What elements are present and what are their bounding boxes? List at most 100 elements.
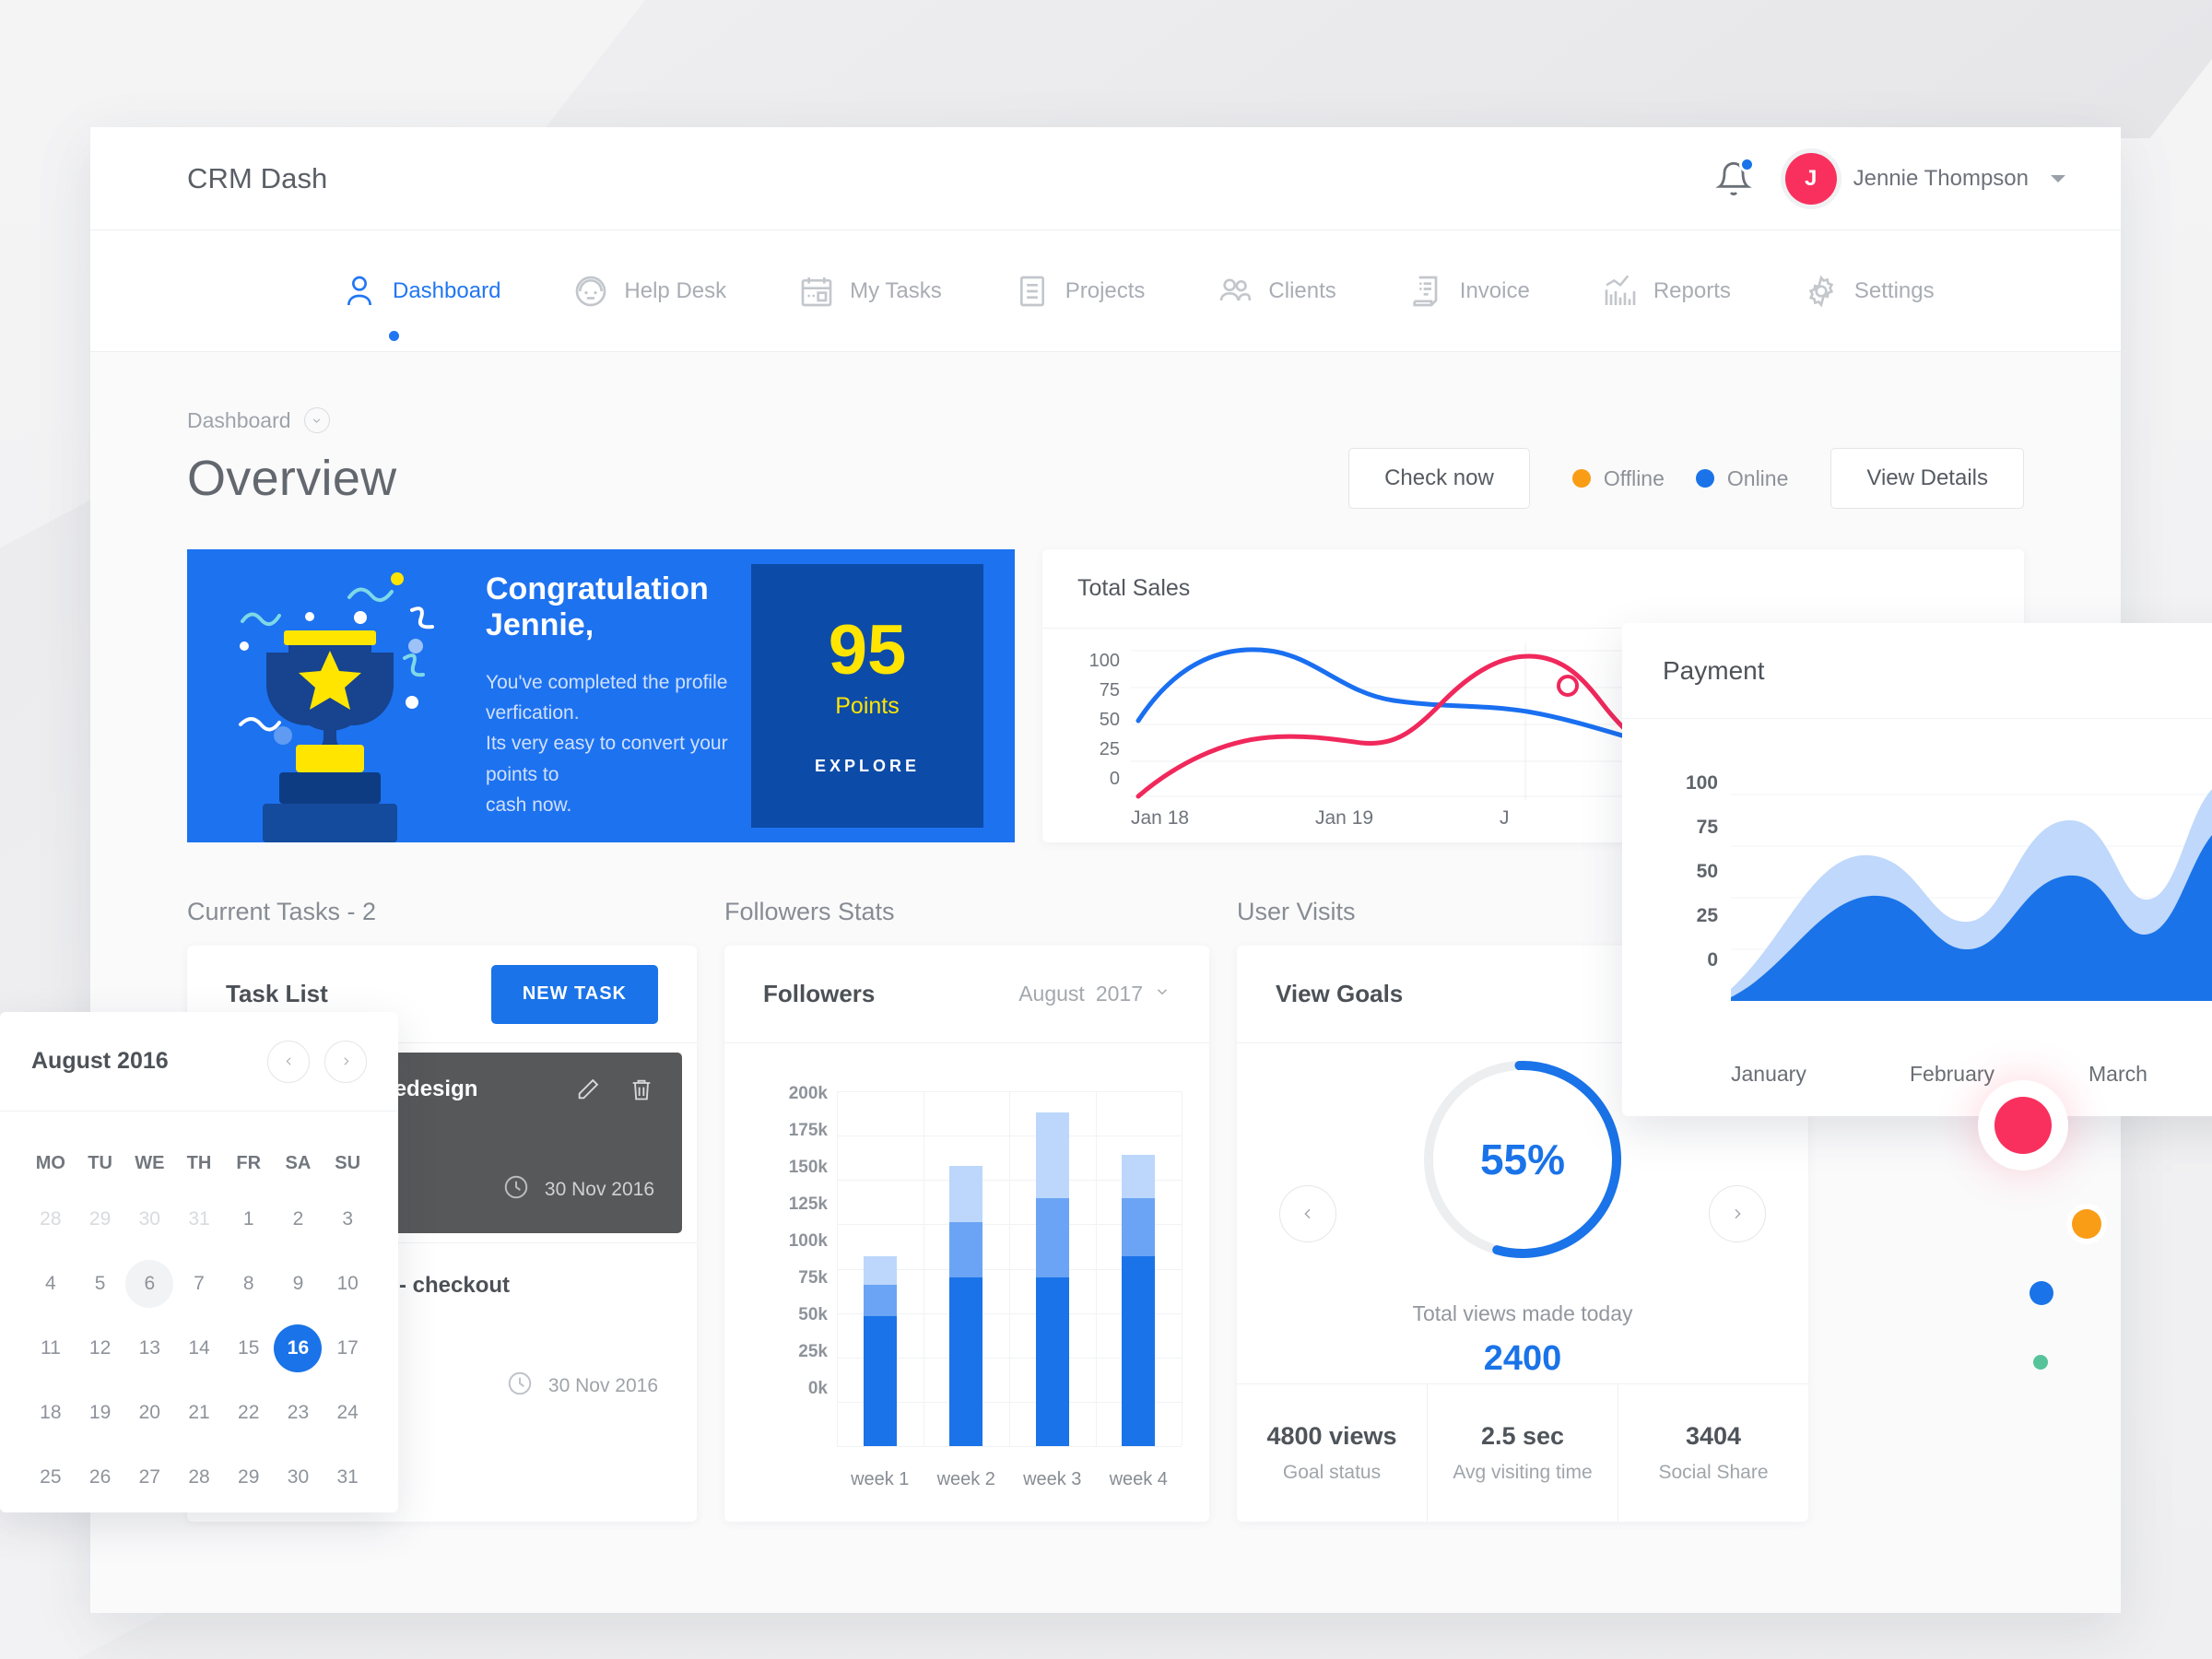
calendar-day-label: 3 — [342, 1208, 354, 1230]
calendar-header: August 2016 — [0, 1012, 398, 1112]
sales-xtick: Jan 19 — [1315, 807, 1374, 829]
followers-xtick: week 1 — [851, 1469, 910, 1489]
calendar-day[interactable]: 25 — [26, 1445, 76, 1510]
calendar-day-label: 5 — [94, 1273, 106, 1294]
followers-section-label: Followers Stats — [724, 898, 895, 925]
followers-x-axis: week 1 week 2 week 3 week 4 — [837, 1469, 1182, 1490]
calendar-day-label: 9 — [292, 1273, 304, 1294]
nav-item-help-desk[interactable]: Help Desk — [572, 273, 726, 310]
calendar-day[interactable]: 24 — [323, 1381, 372, 1445]
nav-item-dashboard[interactable]: Dashboard — [341, 273, 500, 341]
view-goals-title: View Goals — [1276, 980, 1404, 1007]
calendar-day[interactable]: 29 — [76, 1187, 125, 1252]
stat-caption: Goal status — [1282, 1462, 1382, 1483]
calendar-day[interactable]: 7 — [174, 1252, 224, 1316]
calendar-day-label: 2 — [292, 1208, 304, 1230]
edit-icon[interactable] — [575, 1077, 601, 1107]
chevron-left-icon — [1304, 1208, 1311, 1218]
calendar-day[interactable]: 12 — [76, 1316, 125, 1381]
total-sales-header: Total Sales — [1042, 549, 2024, 629]
nav-item-my-tasks[interactable]: My Tasks — [798, 273, 942, 310]
chevron-right-icon — [343, 1057, 348, 1065]
calendar-day[interactable]: 16 — [274, 1316, 324, 1381]
followers-xtick: week 3 — [1023, 1469, 1082, 1489]
followers-ytick: 150k — [788, 1158, 828, 1177]
calendar-day[interactable]: 21 — [174, 1381, 224, 1445]
calendar-day[interactable]: 9 — [274, 1252, 324, 1316]
calendar-day[interactable]: 28 — [174, 1445, 224, 1510]
check-now-button[interactable]: Check now — [1348, 448, 1530, 509]
notifications-button[interactable] — [1714, 156, 1755, 199]
calendar-day[interactable]: 29 — [224, 1445, 274, 1510]
followers-period-select[interactable]: August 2017 — [1018, 982, 1171, 1006]
nav-item-clients[interactable]: Clients — [1217, 273, 1336, 310]
calendar-next-button[interactable] — [324, 1040, 367, 1083]
banner-subtitle-line3: cash now. — [486, 794, 572, 816]
calendar-day[interactable]: 3 — [323, 1187, 372, 1252]
calendar-day[interactable]: 31 — [323, 1445, 372, 1510]
calendar-day[interactable]: 13 — [124, 1316, 174, 1381]
explore-button[interactable]: EXPLORE — [815, 757, 920, 776]
calendar-day[interactable]: 10 — [323, 1252, 372, 1316]
calendar-day[interactable]: 30 — [274, 1445, 324, 1510]
page-header-actions: Check now Offline Online View Details — [1348, 448, 2024, 509]
bar-column — [1122, 1091, 1156, 1446]
breadcrumb[interactable]: Dashboard — [187, 407, 2024, 433]
page-title: Overview — [187, 451, 397, 506]
bar-segment — [863, 1256, 897, 1285]
view-details-button[interactable]: View Details — [1830, 448, 2024, 509]
bar-segment — [1035, 1197, 1069, 1278]
followers-header: Followers August 2017 — [724, 946, 1209, 1043]
bar-segment — [949, 1165, 983, 1223]
next-goal-button[interactable] — [1709, 1184, 1766, 1242]
calendar-day[interactable]: 1 — [224, 1187, 274, 1252]
calendar-day[interactable]: 26 — [76, 1445, 125, 1510]
calendar-icon — [798, 273, 835, 310]
user-menu[interactable]: J Jennie Thompson — [1784, 152, 2065, 205]
calendar-day[interactable]: 4 — [26, 1252, 76, 1316]
calendar-day-label: 26 — [88, 1466, 112, 1488]
calendar-day[interactable]: 6 — [124, 1252, 174, 1316]
calendar-week-row: 18 19 20 21 22 23 24 — [26, 1381, 372, 1445]
new-task-button[interactable]: NEW TASK — [490, 964, 658, 1024]
nav-item-projects[interactable]: Projects — [1014, 273, 1145, 310]
breadcrumb-dropdown-button[interactable] — [303, 407, 330, 433]
nav-label: Invoice — [1459, 277, 1530, 303]
calendar-day[interactable]: 8 — [224, 1252, 274, 1316]
avatar: J — [1784, 152, 1837, 205]
calendar-day[interactable]: 18 — [26, 1381, 76, 1445]
stat-goal-status: 4800 views Goal status — [1237, 1384, 1427, 1522]
calendar-day[interactable]: 28 — [26, 1187, 76, 1252]
prev-goal-button[interactable] — [1279, 1184, 1336, 1242]
calendar-week-row: 25 26 27 28 29 30 31 — [26, 1445, 372, 1510]
nav-label: Clients — [1268, 277, 1336, 303]
calendar-day[interactable]: 11 — [26, 1316, 76, 1381]
calendar-day[interactable]: 19 — [76, 1381, 125, 1445]
calendar-day-label: 29 — [88, 1208, 112, 1230]
calendar-day[interactable]: 30 — [124, 1187, 174, 1252]
trash-icon[interactable] — [629, 1077, 654, 1107]
calendar-day[interactable]: 23 — [274, 1381, 324, 1445]
calendar-day[interactable]: 31 — [174, 1187, 224, 1252]
calendar-day[interactable]: 2 — [274, 1187, 324, 1252]
calendar-day[interactable]: 20 — [124, 1381, 174, 1445]
calendar-day[interactable]: 27 — [124, 1445, 174, 1510]
calendar-day-label: 24 — [336, 1402, 359, 1423]
nav-item-invoice[interactable]: Invoice — [1408, 273, 1530, 310]
sales-xtick: Jan 18 — [1131, 807, 1190, 829]
calendar-week-row: 28 29 30 31 1 2 3 — [26, 1187, 372, 1252]
sales-ytick: 75 — [1099, 680, 1120, 700]
calendar-day[interactable]: 15 — [224, 1316, 274, 1381]
app-brand: CRM Dash — [187, 161, 328, 194]
nav-item-settings[interactable]: Settings — [1803, 273, 1935, 310]
calendar-day[interactable]: 22 — [224, 1381, 274, 1445]
payment-xtick: March — [2088, 1062, 2147, 1086]
calendar-prev-button[interactable] — [267, 1040, 310, 1083]
calendar-day[interactable]: 17 — [323, 1316, 372, 1381]
active-indicator-dot — [389, 330, 399, 341]
nav-item-reports[interactable]: Reports — [1602, 273, 1731, 310]
calendar-day[interactable]: 14 — [174, 1316, 224, 1381]
visits-stats-row: 4800 views Goal status 2.5 sec Avg visit… — [1237, 1383, 1808, 1522]
calendar-day[interactable]: 5 — [76, 1252, 125, 1316]
page-header-row: Overview Check now Offline Online View D… — [187, 448, 2024, 509]
